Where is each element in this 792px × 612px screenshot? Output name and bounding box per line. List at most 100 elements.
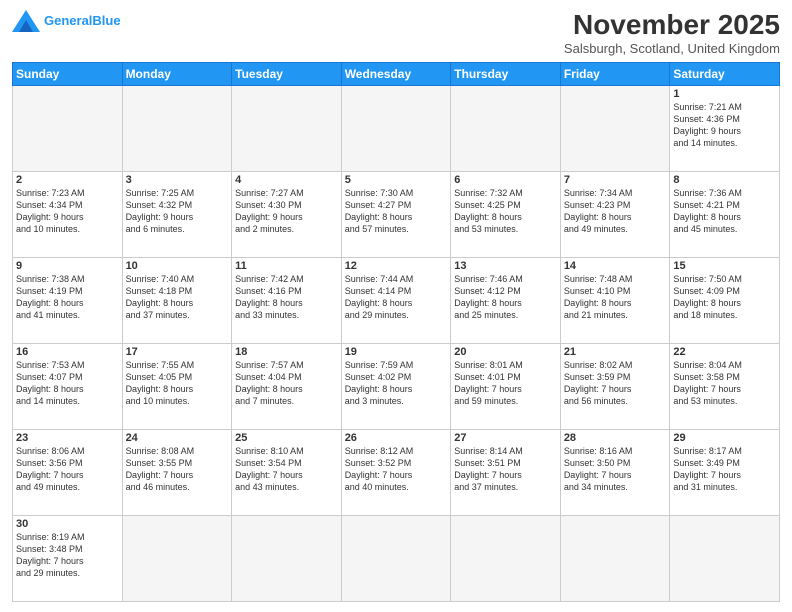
col-header-sunday: Sunday	[13, 62, 123, 85]
calendar-cell: 24Sunrise: 8:08 AMSunset: 3:55 PMDayligh…	[122, 429, 232, 515]
day-info: Sunrise: 8:16 AMSunset: 3:50 PMDaylight:…	[564, 445, 667, 494]
day-info: Sunrise: 7:42 AMSunset: 4:16 PMDaylight:…	[235, 273, 338, 322]
calendar-cell: 20Sunrise: 8:01 AMSunset: 4:01 PMDayligh…	[451, 343, 561, 429]
col-header-thursday: Thursday	[451, 62, 561, 85]
day-info: Sunrise: 7:30 AMSunset: 4:27 PMDaylight:…	[345, 187, 448, 236]
day-info: Sunrise: 8:17 AMSunset: 3:49 PMDaylight:…	[673, 445, 776, 494]
day-number: 4	[235, 174, 338, 186]
calendar-week-5: 23Sunrise: 8:06 AMSunset: 3:56 PMDayligh…	[13, 429, 780, 515]
logo: GeneralBlue	[12, 10, 121, 32]
calendar-cell: 2Sunrise: 7:23 AMSunset: 4:34 PMDaylight…	[13, 171, 123, 257]
calendar-week-1: 1Sunrise: 7:21 AMSunset: 4:36 PMDaylight…	[13, 85, 780, 171]
day-number: 15	[673, 260, 776, 272]
calendar-cell: 12Sunrise: 7:44 AMSunset: 4:14 PMDayligh…	[341, 257, 451, 343]
calendar-cell: 15Sunrise: 7:50 AMSunset: 4:09 PMDayligh…	[670, 257, 780, 343]
calendar-cell	[670, 515, 780, 601]
day-info: Sunrise: 7:36 AMSunset: 4:21 PMDaylight:…	[673, 187, 776, 236]
calendar-cell	[451, 515, 561, 601]
day-number: 3	[126, 174, 229, 186]
calendar-cell: 7Sunrise: 7:34 AMSunset: 4:23 PMDaylight…	[560, 171, 670, 257]
day-number: 13	[454, 260, 557, 272]
day-info: Sunrise: 7:55 AMSunset: 4:05 PMDaylight:…	[126, 359, 229, 408]
day-number: 10	[126, 260, 229, 272]
day-number: 25	[235, 432, 338, 444]
day-info: Sunrise: 7:50 AMSunset: 4:09 PMDaylight:…	[673, 273, 776, 322]
day-info: Sunrise: 8:08 AMSunset: 3:55 PMDaylight:…	[126, 445, 229, 494]
day-info: Sunrise: 8:02 AMSunset: 3:59 PMDaylight:…	[564, 359, 667, 408]
day-number: 19	[345, 346, 448, 358]
day-info: Sunrise: 7:27 AMSunset: 4:30 PMDaylight:…	[235, 187, 338, 236]
day-info: Sunrise: 8:10 AMSunset: 3:54 PMDaylight:…	[235, 445, 338, 494]
title-block: November 2025 Salsburgh, Scotland, Unite…	[564, 10, 780, 56]
day-info: Sunrise: 7:32 AMSunset: 4:25 PMDaylight:…	[454, 187, 557, 236]
calendar-cell: 21Sunrise: 8:02 AMSunset: 3:59 PMDayligh…	[560, 343, 670, 429]
day-number: 12	[345, 260, 448, 272]
day-number: 27	[454, 432, 557, 444]
calendar-cell: 26Sunrise: 8:12 AMSunset: 3:52 PMDayligh…	[341, 429, 451, 515]
day-number: 29	[673, 432, 776, 444]
calendar-week-4: 16Sunrise: 7:53 AMSunset: 4:07 PMDayligh…	[13, 343, 780, 429]
calendar-cell	[560, 515, 670, 601]
calendar-cell	[232, 515, 342, 601]
calendar-cell: 14Sunrise: 7:48 AMSunset: 4:10 PMDayligh…	[560, 257, 670, 343]
day-number: 5	[345, 174, 448, 186]
day-info: Sunrise: 8:19 AMSunset: 3:48 PMDaylight:…	[16, 531, 119, 580]
calendar-cell: 5Sunrise: 7:30 AMSunset: 4:27 PMDaylight…	[341, 171, 451, 257]
calendar-cell: 28Sunrise: 8:16 AMSunset: 3:50 PMDayligh…	[560, 429, 670, 515]
day-number: 6	[454, 174, 557, 186]
calendar-week-6: 30Sunrise: 8:19 AMSunset: 3:48 PMDayligh…	[13, 515, 780, 601]
day-info: Sunrise: 7:48 AMSunset: 4:10 PMDaylight:…	[564, 273, 667, 322]
day-info: Sunrise: 7:21 AMSunset: 4:36 PMDaylight:…	[673, 101, 776, 150]
day-info: Sunrise: 7:59 AMSunset: 4:02 PMDaylight:…	[345, 359, 448, 408]
month-title: November 2025	[564, 10, 780, 41]
calendar-cell: 13Sunrise: 7:46 AMSunset: 4:12 PMDayligh…	[451, 257, 561, 343]
calendar-cell	[341, 515, 451, 601]
day-number: 28	[564, 432, 667, 444]
page: GeneralBlue November 2025 Salsburgh, Sco…	[0, 0, 792, 612]
day-info: Sunrise: 7:44 AMSunset: 4:14 PMDaylight:…	[345, 273, 448, 322]
day-number: 30	[16, 518, 119, 530]
day-number: 23	[16, 432, 119, 444]
calendar-cell: 8Sunrise: 7:36 AMSunset: 4:21 PMDaylight…	[670, 171, 780, 257]
day-number: 17	[126, 346, 229, 358]
calendar-cell: 29Sunrise: 8:17 AMSunset: 3:49 PMDayligh…	[670, 429, 780, 515]
calendar-cell	[13, 85, 123, 171]
calendar-cell: 25Sunrise: 8:10 AMSunset: 3:54 PMDayligh…	[232, 429, 342, 515]
calendar-cell	[122, 515, 232, 601]
day-number: 2	[16, 174, 119, 186]
day-info: Sunrise: 7:23 AMSunset: 4:34 PMDaylight:…	[16, 187, 119, 236]
calendar-cell: 23Sunrise: 8:06 AMSunset: 3:56 PMDayligh…	[13, 429, 123, 515]
day-number: 22	[673, 346, 776, 358]
logo-general: General	[44, 13, 92, 28]
calendar-cell: 18Sunrise: 7:57 AMSunset: 4:04 PMDayligh…	[232, 343, 342, 429]
day-number: 14	[564, 260, 667, 272]
calendar-cell: 17Sunrise: 7:55 AMSunset: 4:05 PMDayligh…	[122, 343, 232, 429]
calendar-cell: 16Sunrise: 7:53 AMSunset: 4:07 PMDayligh…	[13, 343, 123, 429]
day-number: 11	[235, 260, 338, 272]
day-number: 9	[16, 260, 119, 272]
day-info: Sunrise: 8:14 AMSunset: 3:51 PMDaylight:…	[454, 445, 557, 494]
day-info: Sunrise: 7:40 AMSunset: 4:18 PMDaylight:…	[126, 273, 229, 322]
day-number: 24	[126, 432, 229, 444]
col-header-tuesday: Tuesday	[232, 62, 342, 85]
calendar-week-2: 2Sunrise: 7:23 AMSunset: 4:34 PMDaylight…	[13, 171, 780, 257]
logo-blue: Blue	[92, 13, 120, 28]
day-info: Sunrise: 7:38 AMSunset: 4:19 PMDaylight:…	[16, 273, 119, 322]
calendar-cell: 9Sunrise: 7:38 AMSunset: 4:19 PMDaylight…	[13, 257, 123, 343]
location: Salsburgh, Scotland, United Kingdom	[564, 41, 780, 56]
calendar-cell	[560, 85, 670, 171]
day-number: 18	[235, 346, 338, 358]
header: GeneralBlue November 2025 Salsburgh, Sco…	[12, 10, 780, 56]
day-info: Sunrise: 7:57 AMSunset: 4:04 PMDaylight:…	[235, 359, 338, 408]
col-header-monday: Monday	[122, 62, 232, 85]
day-info: Sunrise: 8:04 AMSunset: 3:58 PMDaylight:…	[673, 359, 776, 408]
calendar-cell: 10Sunrise: 7:40 AMSunset: 4:18 PMDayligh…	[122, 257, 232, 343]
calendar-cell: 22Sunrise: 8:04 AMSunset: 3:58 PMDayligh…	[670, 343, 780, 429]
day-number: 26	[345, 432, 448, 444]
logo-icon	[12, 10, 40, 32]
calendar-week-3: 9Sunrise: 7:38 AMSunset: 4:19 PMDaylight…	[13, 257, 780, 343]
calendar-cell: 6Sunrise: 7:32 AMSunset: 4:25 PMDaylight…	[451, 171, 561, 257]
day-number: 1	[673, 88, 776, 100]
day-info: Sunrise: 7:34 AMSunset: 4:23 PMDaylight:…	[564, 187, 667, 236]
day-number: 16	[16, 346, 119, 358]
